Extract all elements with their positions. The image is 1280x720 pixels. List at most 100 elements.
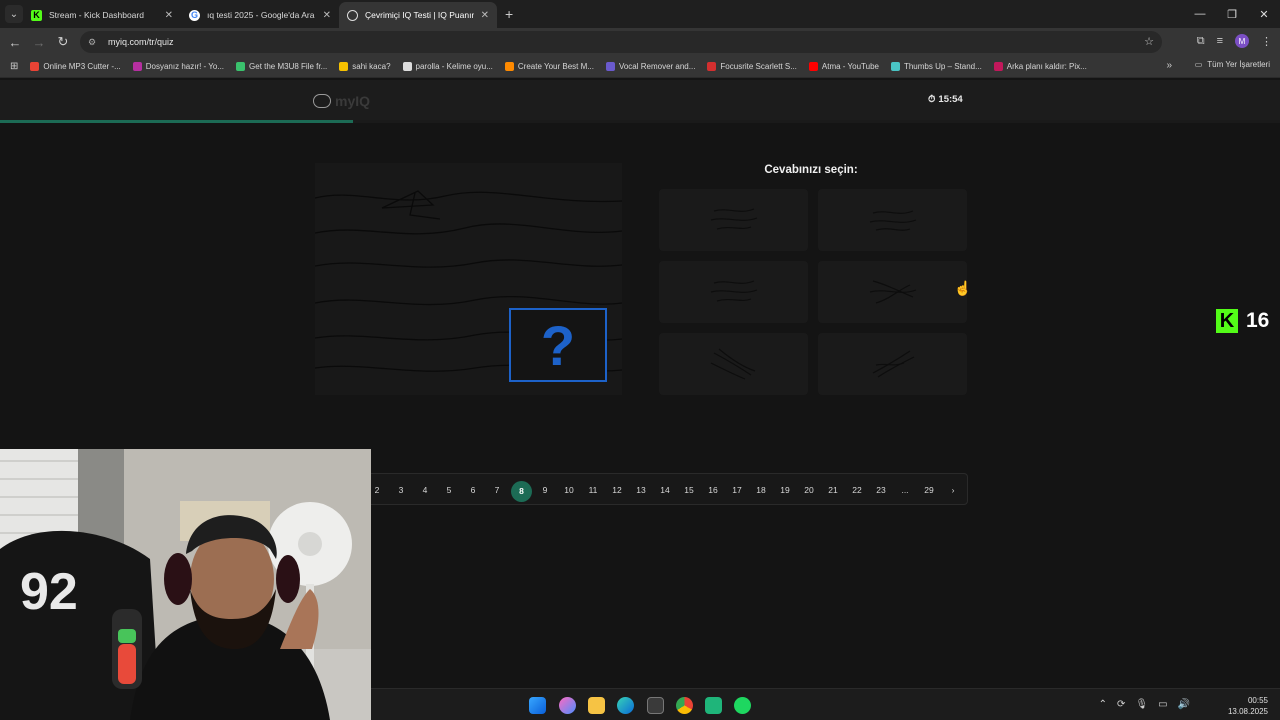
- myiq-icon: [347, 9, 358, 21]
- bookmark-item[interactable]: Thumbs Up – Stand...: [890, 62, 982, 71]
- answer-option-6[interactable]: [818, 333, 967, 395]
- page-button-23[interactable]: 23: [871, 482, 891, 502]
- taskbar-clock[interactable]: 00:55 13.08.2025: [1228, 695, 1268, 717]
- bookmark-item[interactable]: Online MP3 Cutter -...: [30, 62, 121, 71]
- bookmark-item[interactable]: sahi kaca?: [339, 62, 391, 71]
- tab-kick-dashboard[interactable]: K Stream - Kick Dashboard ✕: [23, 2, 181, 28]
- page-button-4[interactable]: 4: [415, 482, 435, 502]
- bookmark-item[interactable]: Get the M3U8 File fr...: [236, 62, 327, 71]
- page-button-6[interactable]: 6: [463, 482, 483, 502]
- microphone-icon[interactable]: 🎙: [1135, 699, 1148, 710]
- page-button-18[interactable]: 18: [751, 482, 771, 502]
- bookmark-label: sahi kaca?: [352, 62, 391, 71]
- page-button-3[interactable]: 3: [391, 482, 411, 502]
- reload-icon[interactable]: ↻: [51, 34, 75, 50]
- bookmark-item[interactable]: Arka planı kaldır: Pix...: [993, 62, 1087, 71]
- bookmark-favicon-icon: [890, 62, 900, 71]
- bookmark-item[interactable]: Create Your Best M...: [504, 62, 594, 71]
- close-icon[interactable]: ✕: [481, 10, 489, 21]
- windows-start-icon[interactable]: [529, 697, 546, 714]
- spotify-icon[interactable]: [734, 697, 751, 714]
- next-page-button[interactable]: ›: [943, 482, 963, 502]
- page-button-7[interactable]: 7: [487, 482, 507, 502]
- apps-grid-icon[interactable]: ⊞: [10, 61, 18, 72]
- bookmark-label: Dosyanız hazır! - Yo...: [145, 62, 225, 71]
- tab-myiq-quiz[interactable]: Çevrimiçi IQ Testi | IQ Puanınız: ✕: [339, 2, 497, 28]
- kick-app-icon[interactable]: [705, 697, 722, 714]
- answer-option-2[interactable]: [818, 189, 967, 251]
- page-button-17[interactable]: 17: [727, 482, 747, 502]
- toolbar-right: ⧉ ≡ M ⋮: [1197, 34, 1272, 48]
- tab-search-button[interactable]: ⌄: [5, 5, 23, 23]
- folder-icon: ▭: [1194, 60, 1203, 69]
- new-tab-button[interactable]: +: [505, 6, 513, 22]
- file-explorer-icon[interactable]: [588, 697, 605, 714]
- page-button-14[interactable]: 14: [655, 482, 675, 502]
- sync-icon[interactable]: ⟳: [1117, 699, 1125, 710]
- answer-option-4[interactable]: [818, 261, 967, 323]
- page-button-19[interactable]: 19: [775, 482, 795, 502]
- extensions-icon[interactable]: ⧉: [1197, 35, 1205, 48]
- kick-logo-icon: K: [1216, 309, 1238, 333]
- store-icon[interactable]: [647, 697, 664, 714]
- restore-icon[interactable]: ❐: [1216, 8, 1248, 21]
- bookmark-item[interactable]: parolla - Kelime oyu...: [402, 62, 493, 71]
- close-window-icon[interactable]: ✕: [1248, 8, 1280, 21]
- bookmark-item[interactable]: Focusrite Scarlett S...: [707, 62, 797, 71]
- display-icon[interactable]: ▭: [1158, 699, 1167, 710]
- bookmark-favicon-icon: [504, 62, 514, 71]
- bookmark-label: Arka planı kaldır: Pix...: [1006, 62, 1087, 71]
- forward-icon[interactable]: →: [27, 35, 51, 50]
- answer-option-5[interactable]: [659, 333, 808, 395]
- bookmark-star-icon[interactable]: ☆: [1144, 35, 1154, 48]
- browser-toolbar: ← → ↻ ⚙ myiq.com/tr/quiz ☆ ⧉ ≡ M ⋮: [0, 28, 1280, 56]
- bookmark-label: Focusrite Scarlett S...: [720, 62, 797, 71]
- page-button-9[interactable]: 9: [535, 482, 555, 502]
- edge-icon[interactable]: [617, 697, 634, 714]
- chevron-up-icon[interactable]: ⌃: [1099, 699, 1107, 710]
- back-icon[interactable]: ←: [3, 35, 27, 50]
- page-button-16[interactable]: 16: [703, 482, 723, 502]
- page-button-15[interactable]: 15: [679, 482, 699, 502]
- page-button-12[interactable]: 12: [607, 482, 627, 502]
- page-button-13[interactable]: 13: [631, 482, 651, 502]
- close-icon[interactable]: ✕: [165, 10, 173, 21]
- page-button-20[interactable]: 20: [799, 482, 819, 502]
- minimize-icon[interactable]: —: [1184, 8, 1216, 20]
- close-icon[interactable]: ✕: [323, 10, 331, 21]
- answer-option-1[interactable]: [659, 189, 808, 251]
- answer-option-3[interactable]: [659, 261, 808, 323]
- page-button-8[interactable]: 8: [511, 481, 532, 502]
- bookmark-item[interactable]: Dosyanız hazır! - Yo...: [132, 62, 225, 71]
- bookmark-favicon-icon: [236, 62, 246, 71]
- all-bookmarks-folder[interactable]: ▭ Tüm Yer İşaretleri: [1195, 60, 1270, 69]
- bookmarks-overflow-icon[interactable]: »: [1166, 60, 1172, 71]
- windows-taskbar: ⌃ ⟳ 🎙 ▭ 🔊 00:55 13.08.2025: [371, 688, 1280, 720]
- address-bar[interactable]: ⚙ myiq.com/tr/quiz ☆: [80, 31, 1162, 53]
- option-figure: [710, 348, 756, 380]
- media-control-icon[interactable]: ≡: [1217, 35, 1223, 47]
- site-info-icon[interactable]: ⚙: [88, 37, 100, 48]
- tab-google-search[interactable]: G ıq testi 2025 - Google'da Ara ✕: [181, 2, 339, 28]
- option-figure: [869, 280, 917, 304]
- menu-icon[interactable]: ⋮: [1261, 35, 1272, 48]
- bookmark-label: Online MP3 Cutter -...: [43, 62, 121, 71]
- site-logo[interactable]: myIQ: [313, 93, 370, 109]
- bookmark-item[interactable]: Atma - YouTube: [808, 62, 879, 71]
- quiz-timer: ⏱ 15:54: [928, 94, 963, 105]
- copilot-icon[interactable]: [559, 697, 576, 714]
- profile-avatar[interactable]: M: [1235, 34, 1249, 48]
- page-button-21[interactable]: 21: [823, 482, 843, 502]
- page-button-29[interactable]: 29: [919, 482, 939, 502]
- bookmark-item[interactable]: Vocal Remover and...: [605, 62, 695, 71]
- streamer-webcam: 92: [0, 449, 371, 720]
- volume-icon[interactable]: 🔊: [1178, 699, 1190, 710]
- page-button-5[interactable]: 5: [439, 482, 459, 502]
- pagination-ellipsis: ...: [901, 485, 909, 495]
- kick-viewer-badge: K 16: [1216, 309, 1269, 333]
- page-button-22[interactable]: 22: [847, 482, 867, 502]
- page-button-10[interactable]: 10: [559, 482, 579, 502]
- chrome-icon[interactable]: [676, 697, 693, 714]
- page-button-11[interactable]: 11: [583, 482, 603, 502]
- bookmark-label: Get the M3U8 File fr...: [249, 62, 328, 71]
